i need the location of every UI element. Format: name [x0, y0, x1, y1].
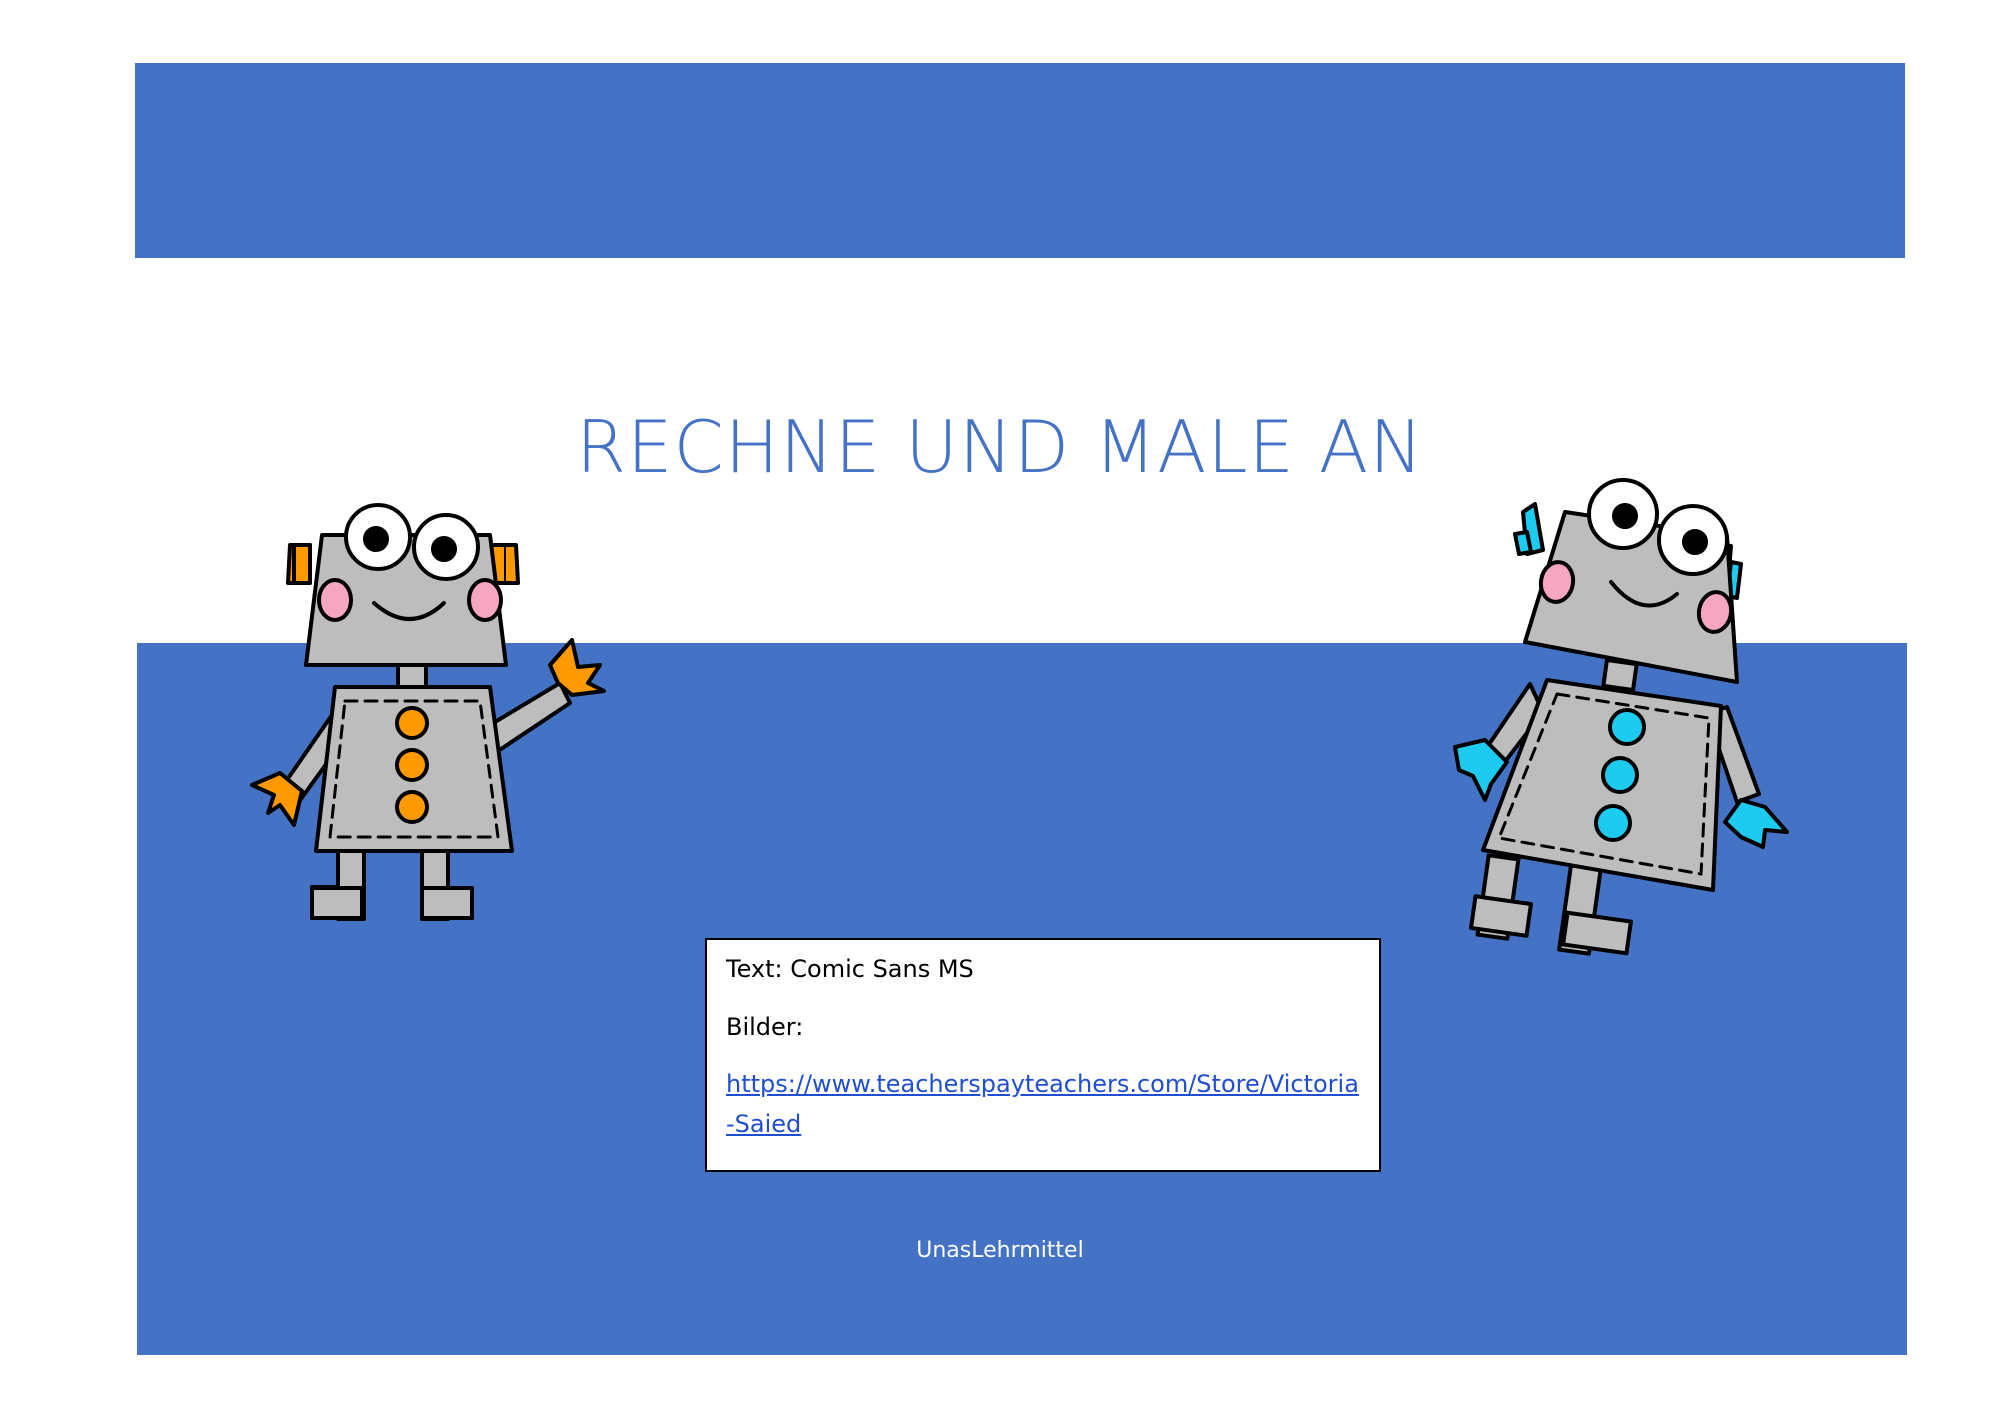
images-source-link[interactable]: https://www.teacherspayteachers.com/Stor…	[726, 1064, 1359, 1144]
robot-orange-waving-icon	[250, 503, 606, 921]
top-blue-band	[135, 63, 1905, 258]
author-name: UnasLehrmittel	[916, 1238, 1084, 1263]
robot-cyan-icon	[1453, 478, 1789, 956]
images-label: Bilder:	[726, 1013, 804, 1041]
credits-box: Text: Comic Sans MS Bilder: https://www.…	[705, 938, 1381, 1172]
font-credit: Text: Comic Sans MS	[726, 955, 974, 983]
